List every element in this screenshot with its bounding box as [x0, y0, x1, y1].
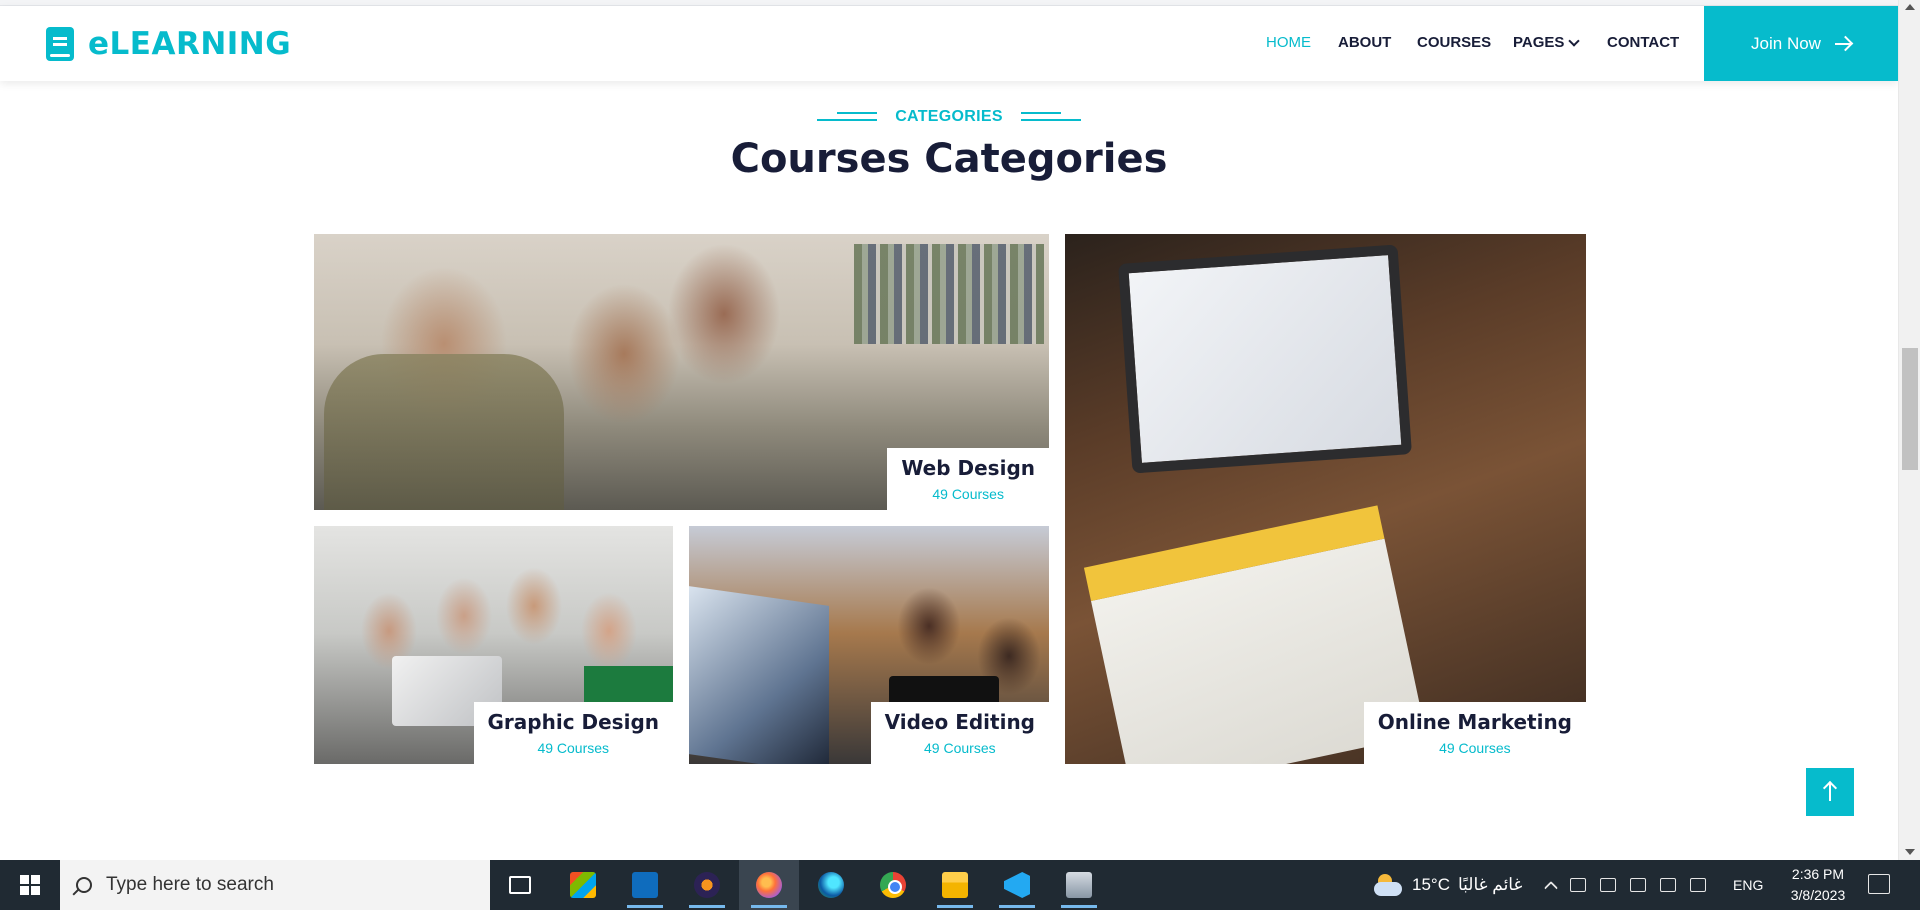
- category-label: Video Editing 49 Courses: [870, 702, 1049, 764]
- running-indicator: [751, 905, 787, 908]
- decor-lines-right: [1020, 112, 1081, 122]
- windows-taskbar: Type here to search 15°C غائم غالبًا ENG…: [0, 860, 1920, 910]
- category-label: Web Design 49 Courses: [887, 448, 1049, 510]
- edge-icon: [818, 872, 844, 898]
- taskbar-firefox[interactable]: [739, 860, 799, 910]
- back-to-top-button[interactable]: [1806, 768, 1854, 816]
- taskbar-file-explorer[interactable]: [925, 860, 985, 910]
- category-title: Web Design: [901, 456, 1035, 480]
- clock-time: 2:36 PM: [1791, 866, 1845, 882]
- section-title: Courses Categories: [730, 136, 1168, 182]
- clock-date: 3/8/2023: [1790, 887, 1846, 903]
- cloud-sync-icon[interactable]: [1570, 878, 1586, 892]
- taskbar-eclipse[interactable]: [677, 860, 737, 910]
- taskbar-chrome[interactable]: [863, 860, 923, 910]
- taskbar-vscode[interactable]: [987, 860, 1047, 910]
- running-indicator: [1061, 905, 1097, 908]
- partly-cloudy-icon: [1374, 874, 1404, 896]
- battery-icon[interactable]: [1630, 878, 1646, 892]
- mail-icon: [632, 872, 658, 898]
- scroll-down-icon[interactable]: [1905, 849, 1915, 855]
- category-card-graphic-design[interactable]: Graphic Design 49 Courses: [314, 526, 673, 764]
- join-now-label: Join Now: [1751, 33, 1821, 53]
- volume-icon[interactable]: [1660, 878, 1676, 892]
- arrow-right-icon: [1834, 42, 1851, 45]
- vscode-icon: [1004, 872, 1030, 898]
- task-view-icon: [509, 876, 531, 894]
- category-title: Graphic Design: [487, 710, 659, 734]
- online-marketing-photo: [1065, 234, 1586, 764]
- category-label: Graphic Design 49 Courses: [473, 702, 673, 764]
- book-icon: [46, 27, 74, 61]
- clock[interactable]: 2:36 PM 3/8/2023: [1778, 864, 1858, 906]
- nav-contact[interactable]: CONTACT: [1607, 34, 1679, 51]
- taskbar-edge[interactable]: [801, 860, 861, 910]
- search-placeholder: Type here to search: [106, 874, 274, 895]
- chrome-icon: [880, 872, 906, 898]
- category-count: 49 Courses: [932, 486, 1004, 502]
- category-card-video-editing[interactable]: Video Editing 49 Courses: [689, 526, 1049, 764]
- windows-logo-icon: [20, 875, 40, 895]
- running-indicator: [689, 905, 725, 908]
- chevron-down-icon: [1568, 34, 1581, 47]
- running-indicator: [999, 905, 1035, 908]
- section-eyebrow: CATEGORIES: [0, 108, 1898, 126]
- task-view-button[interactable]: [490, 860, 550, 910]
- navbar: eLEARNING HOME ABOUT COURSES PAGES CONTA…: [0, 6, 1898, 81]
- category-card-online-marketing[interactable]: Online Marketing 49 Courses: [1065, 234, 1586, 764]
- page-scrollbar[interactable]: [1898, 0, 1920, 860]
- taskbar-other-app[interactable]: [1049, 860, 1109, 910]
- nav-about[interactable]: ABOUT: [1338, 34, 1391, 51]
- category-count: 49 Courses: [924, 740, 996, 756]
- system-tray: [1543, 860, 1706, 910]
- browser-page: eLEARNING HOME ABOUT COURSES PAGES CONTA…: [0, 0, 1898, 860]
- decor-lines-left: [817, 112, 878, 122]
- nav-home[interactable]: HOME: [1266, 34, 1311, 51]
- join-now-button[interactable]: Join Now: [1704, 6, 1898, 81]
- search-icon: [76, 877, 92, 893]
- weather-widget[interactable]: 15°C غائم غالبًا: [1374, 860, 1522, 910]
- input-language[interactable]: ENG: [1733, 860, 1763, 910]
- category-card-web-design[interactable]: Web Design 49 Courses: [314, 234, 1049, 510]
- nav-pages-label: PAGES: [1513, 34, 1565, 51]
- taskbar-search[interactable]: Type here to search: [60, 860, 490, 910]
- wifi-icon[interactable]: [1690, 878, 1706, 892]
- start-button[interactable]: [0, 860, 60, 910]
- category-count: 49 Courses: [1439, 740, 1511, 756]
- category-title: Video Editing: [884, 710, 1035, 734]
- taskbar-store[interactable]: [553, 860, 613, 910]
- brand-name: eLEARNING: [88, 26, 292, 62]
- category-count: 49 Courses: [537, 740, 610, 756]
- nav-courses[interactable]: COURSES: [1417, 34, 1491, 51]
- weather-desc: غائم غالبًا: [1457, 875, 1523, 894]
- arrow-up-icon: [1829, 783, 1831, 801]
- running-indicator: [627, 905, 663, 908]
- notification-center-icon[interactable]: [1868, 874, 1890, 894]
- weather-temp: 15°C: [1412, 875, 1450, 894]
- firefox-icon: [756, 872, 782, 898]
- brand-logo[interactable]: eLEARNING: [46, 25, 291, 63]
- scroll-thumb[interactable]: [1902, 348, 1918, 470]
- meet-now-icon[interactable]: [1600, 878, 1616, 892]
- running-indicator: [937, 905, 973, 908]
- store-icon: [570, 872, 596, 898]
- category-label: Online Marketing 49 Courses: [1363, 702, 1586, 764]
- eyebrow-text: CATEGORIES: [895, 108, 1003, 125]
- taskbar-mail[interactable]: [615, 860, 675, 910]
- show-hidden-icons-icon[interactable]: [1543, 880, 1559, 895]
- scroll-up-icon[interactable]: [1905, 4, 1915, 10]
- eclipse-icon: [694, 872, 720, 898]
- folder-icon: [942, 872, 968, 898]
- app-window-icon: [1066, 872, 1092, 898]
- category-title: Online Marketing: [1377, 710, 1572, 734]
- nav-pages-dropdown[interactable]: PAGES: [1513, 34, 1581, 51]
